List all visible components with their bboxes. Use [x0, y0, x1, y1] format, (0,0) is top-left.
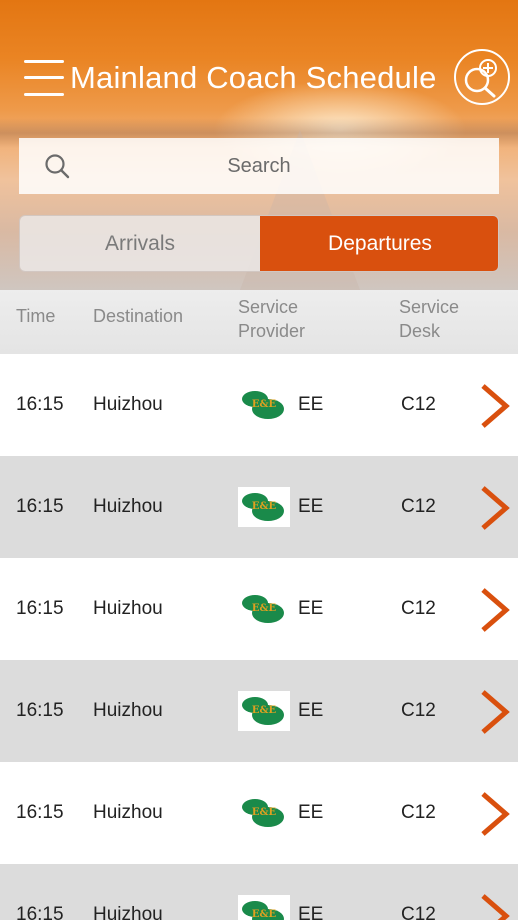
- zoom-in-icon[interactable]: [453, 48, 511, 106]
- row-service-desk: C12: [401, 904, 436, 920]
- row-destination: Huizhou: [93, 700, 163, 721]
- row-destination: Huizhou: [93, 394, 163, 415]
- table-header: Time Destination Service Provider Servic…: [0, 290, 518, 354]
- row-time: 16:15: [16, 598, 64, 619]
- chevron-right-icon[interactable]: [478, 586, 512, 634]
- chevron-right-icon[interactable]: [478, 892, 512, 920]
- row-provider-code: EE: [298, 496, 324, 517]
- provider-logo: E&E: [238, 487, 290, 527]
- column-header-destination: Destination: [93, 306, 184, 326]
- table-row[interactable]: 16:15 Huizhou E&E EE C12: [0, 456, 518, 558]
- provider-logo: E&E: [238, 385, 290, 425]
- svg-text:E&E: E&E: [252, 603, 277, 614]
- row-destination: Huizhou: [93, 496, 163, 517]
- row-provider-code: EE: [298, 700, 324, 721]
- row-destination: Huizhou: [93, 802, 163, 823]
- row-provider-code: EE: [298, 904, 324, 920]
- provider-logo: E&E: [238, 691, 290, 731]
- provider-logo: E&E: [238, 895, 290, 920]
- svg-text:E&E: E&E: [252, 399, 277, 410]
- search-input[interactable]: Search: [19, 138, 499, 194]
- chevron-right-icon[interactable]: [478, 688, 512, 736]
- table-row[interactable]: 16:15 Huizhou E&E EE C12: [0, 762, 518, 864]
- tab-arrivals[interactable]: Arrivals: [20, 216, 260, 271]
- row-time: 16:15: [16, 700, 64, 721]
- row-destination: Huizhou: [93, 904, 163, 920]
- column-header-service-desk: Service Desk: [399, 297, 460, 341]
- tab-departures[interactable]: Departures: [260, 216, 498, 271]
- provider-logo: E&E: [238, 793, 290, 833]
- table-row[interactable]: 16:15 Huizhou E&E EE C12: [0, 354, 518, 456]
- chevron-right-icon[interactable]: [478, 382, 512, 430]
- row-time: 16:15: [16, 394, 64, 415]
- row-provider-code: EE: [298, 394, 324, 415]
- search-placeholder: Search: [227, 155, 291, 177]
- chevron-right-icon[interactable]: [478, 790, 512, 838]
- row-service-desk: C12: [401, 394, 436, 415]
- page-title: Mainland Coach Schedule: [70, 60, 437, 95]
- row-time: 16:15: [16, 904, 64, 920]
- arrivals-departures-toggle: Arrivals Departures: [19, 215, 499, 272]
- hamburger-menu-icon[interactable]: [24, 58, 64, 100]
- row-provider-code: EE: [298, 802, 324, 823]
- table-row[interactable]: 16:15 Huizhou E&E EE C12: [0, 558, 518, 660]
- row-provider-code: EE: [298, 598, 324, 619]
- svg-text:E&E: E&E: [252, 909, 277, 920]
- chevron-right-icon[interactable]: [478, 484, 512, 532]
- schedule-list: 16:15 Huizhou E&E EE C12 16:15 Huizhou E…: [0, 354, 518, 920]
- row-service-desk: C12: [401, 496, 436, 517]
- app-header: Mainland Coach Schedule Search Arrivals …: [0, 0, 518, 290]
- table-row[interactable]: 16:15 Huizhou E&E EE C12: [0, 864, 518, 920]
- svg-text:E&E: E&E: [252, 501, 277, 512]
- row-destination: Huizhou: [93, 598, 163, 619]
- row-service-desk: C12: [401, 802, 436, 823]
- table-row[interactable]: 16:15 Huizhou E&E EE C12: [0, 660, 518, 762]
- svg-text:E&E: E&E: [252, 705, 277, 716]
- column-header-time: Time: [16, 306, 56, 326]
- row-service-desk: C12: [401, 700, 436, 721]
- row-time: 16:15: [16, 802, 64, 823]
- provider-logo: E&E: [238, 589, 290, 629]
- row-service-desk: C12: [401, 598, 436, 619]
- svg-text:E&E: E&E: [252, 807, 277, 818]
- row-time: 16:15: [16, 496, 64, 517]
- column-header-service-provider: Service Provider: [238, 297, 306, 341]
